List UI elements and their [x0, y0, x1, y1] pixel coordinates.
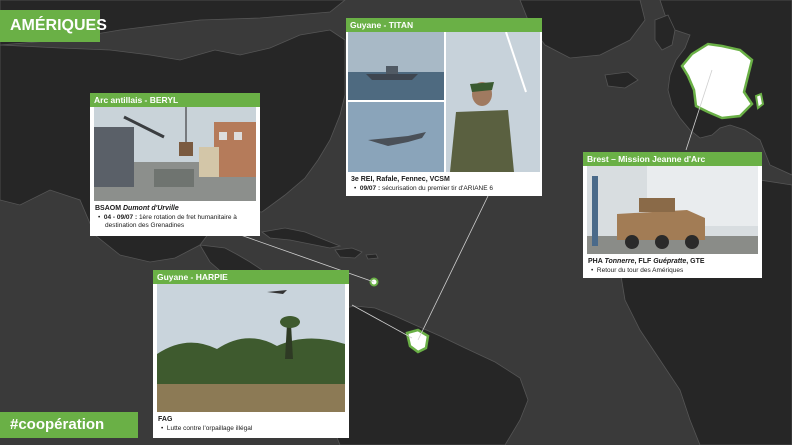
photo-titan-ship — [348, 32, 444, 100]
card-header-beryl: Arc antillais - BERYL — [90, 93, 260, 107]
card-title-jeanne: PHA Tonnerre, FLF Guépratte, GTE — [588, 258, 705, 265]
card-titan: Guyane - TITAN 3e REI, Rafale, Fennec, V… — [346, 18, 542, 196]
photo-harpie-forest — [157, 284, 345, 412]
card-bullet-jeanne: • Retour du tour des Amériques — [591, 266, 684, 274]
corsica-highlight — [754, 92, 765, 110]
card-title-beryl: BSAOM Dumont d'Urville — [95, 205, 179, 212]
region-title: AMÉRIQUES — [0, 10, 107, 42]
card-header-harpie: Guyane - HARPIE — [153, 270, 349, 284]
card-title-titan: 3e REI, Rafale, Fennec, VCSM — [351, 176, 450, 183]
card-title-harpie: FAG — [158, 416, 173, 423]
photo-titan-rafale — [348, 102, 444, 172]
puerto-rico-island — [365, 253, 379, 260]
card-header-jeanne: Brest – Mission Jeanne d'Arc — [583, 152, 762, 166]
card-text-jeanne: PHA Tonnerre, FLF Guépratte, GTE • Retou… — [588, 258, 757, 275]
hashtag-label: #coopération — [0, 412, 138, 438]
card-harpie: Guyane - HARPIE FAG • Lutte contre l'orp… — [153, 270, 349, 438]
card-text-beryl: BSAOM Dumont d'Urville • 04 - 09/07 : 1è… — [95, 205, 255, 231]
card-header-titan: Guyane - TITAN — [346, 18, 542, 32]
photo-titan-soldier — [446, 32, 540, 172]
card-jeanne: Brest – Mission Jeanne d'Arc PHA Tonnerr… — [583, 152, 762, 278]
card-bullet-beryl: • 04 - 09/07 : 1ère rotation de fret hum… — [98, 213, 237, 230]
card-beryl: Arc antillais - BERYL BSAOM Dumont d'Urv… — [90, 93, 260, 236]
card-text-titan: 3e REI, Rafale, Fennec, VCSM • 09/07 : s… — [351, 176, 537, 193]
photo-jeanne-vehicle — [587, 166, 758, 254]
photo-beryl-harbor — [94, 107, 256, 201]
card-bullet-titan: • 09/07 : sécurisation du premier tir d'… — [354, 184, 494, 192]
card-bullet-harpie: • Lutte contre l'orpaillage illégal — [161, 424, 253, 432]
card-text-harpie: FAG • Lutte contre l'orpaillage illégal — [158, 416, 344, 433]
